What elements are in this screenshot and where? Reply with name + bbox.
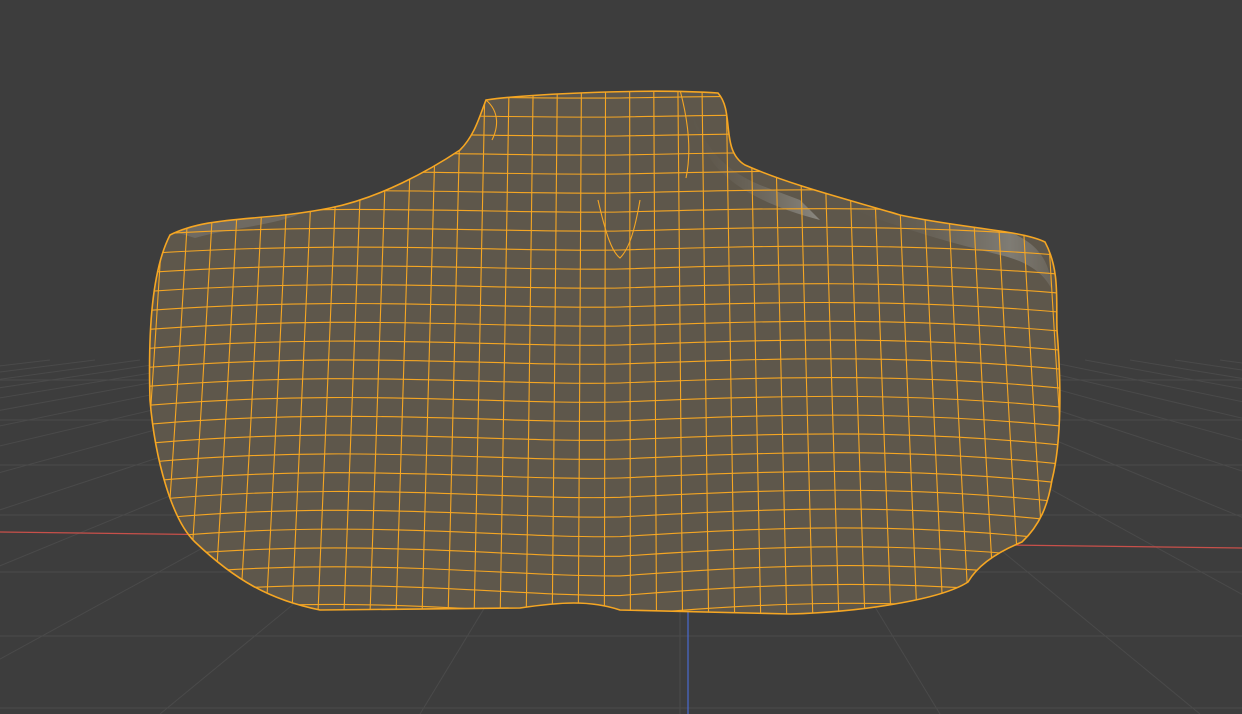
torso-mesh[interactable] <box>108 80 1100 630</box>
floor-grid-line <box>1129 359 1242 379</box>
floor-grid-line <box>0 359 51 367</box>
floor-grid-line <box>1039 359 1242 403</box>
viewport-canvas[interactable] <box>0 0 1242 714</box>
floor-grid-line <box>1219 359 1242 364</box>
3d-viewport[interactable] <box>0 0 1242 714</box>
floor-grid-line <box>1174 359 1242 371</box>
floor-grid-line <box>0 359 96 373</box>
wire-edge <box>1063 80 1100 630</box>
wire-edge <box>108 80 147 630</box>
floor-grid-line <box>1084 359 1242 390</box>
